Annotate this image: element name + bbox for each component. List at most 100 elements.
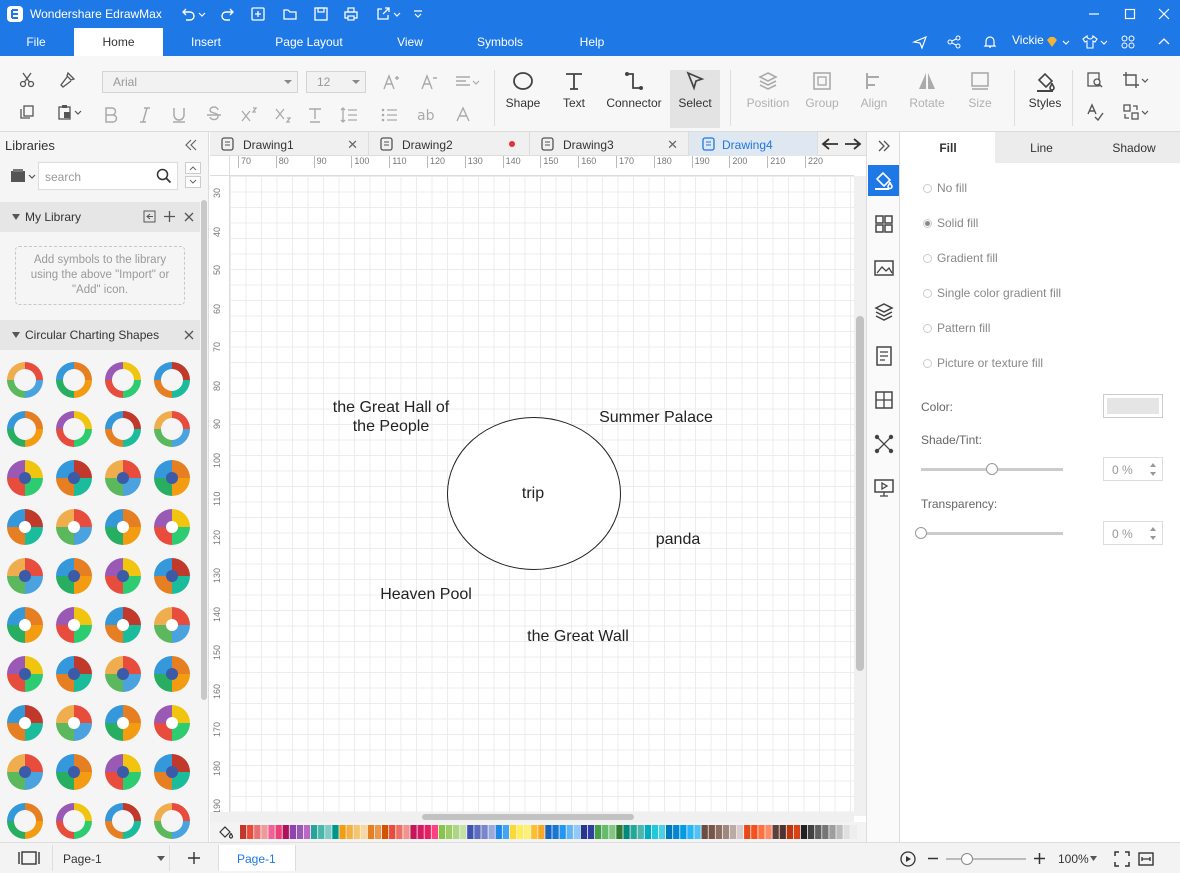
color-swatch[interactable] [460, 825, 466, 839]
circular-chart-shape-thumbnail[interactable] [5, 556, 45, 596]
replace-dropdown-icon[interactable] [1141, 103, 1149, 121]
color-swatch[interactable] [616, 825, 622, 839]
share-icon[interactable] [946, 34, 962, 50]
find-replace-icon[interactable] [1086, 71, 1104, 89]
label-panda[interactable]: panda [648, 530, 708, 549]
color-swatch[interactable] [474, 825, 480, 839]
crop-dropdown-icon[interactable] [1141, 71, 1149, 89]
tab-close-icon[interactable]: ✕ [347, 137, 358, 153]
undo-dropdown-icon[interactable] [198, 6, 206, 22]
circular-chart-shape-thumbnail[interactable] [103, 458, 143, 498]
notification-bell-icon[interactable] [982, 34, 998, 50]
color-swatch[interactable] [283, 825, 289, 839]
color-swatch[interactable] [851, 825, 857, 839]
spell-check-icon[interactable] [1086, 103, 1104, 121]
color-picker[interactable] [1103, 394, 1163, 418]
zoom-level[interactable]: 100% [1058, 852, 1089, 866]
spin-up-icon[interactable] [1150, 463, 1156, 467]
fit-page-icon[interactable] [1114, 851, 1130, 867]
color-swatch[interactable] [773, 825, 779, 839]
zoom-dropdown-icon[interactable] [1090, 856, 1097, 861]
transparency-slider[interactable] [921, 532, 1063, 535]
library-menu-dropdown-icon[interactable] [28, 174, 36, 180]
circular-chart-shape-thumbnail[interactable] [5, 507, 45, 547]
color-swatch[interactable] [403, 825, 409, 839]
font-family-select[interactable]: Arial [102, 71, 298, 93]
open-folder-icon[interactable] [282, 6, 298, 22]
color-swatch[interactable] [517, 825, 523, 839]
circular-chart-shape-thumbnail[interactable] [54, 801, 94, 841]
redo-icon[interactable] [220, 6, 236, 22]
fill-option-solid-fill[interactable]: Solid fill [923, 216, 978, 230]
symbols-grid-icon[interactable] [873, 213, 895, 235]
color-swatch[interactable] [368, 825, 374, 839]
fill-option-single-color-gradient[interactable]: Single color gradient fill [923, 286, 1061, 300]
circular-chart-shape-thumbnail[interactable] [152, 752, 192, 792]
color-swatch[interactable] [439, 825, 445, 839]
font-color-icon[interactable] [454, 106, 472, 124]
horizontal-scrollbar[interactable] [210, 812, 854, 822]
color-swatch[interactable] [581, 825, 587, 839]
user-dropdown-icon[interactable] [1062, 34, 1070, 50]
spin-down-icon[interactable] [1150, 536, 1156, 540]
doc-tab-drawing1[interactable]: Drawing1✕ [210, 132, 369, 156]
add-icon[interactable] [163, 210, 176, 223]
circular-chart-shape-thumbnail[interactable] [5, 605, 45, 645]
color-swatch[interactable] [552, 825, 558, 839]
circular-chart-shape-thumbnail[interactable] [5, 654, 45, 694]
color-swatch[interactable] [467, 825, 473, 839]
color-swatch[interactable] [815, 825, 821, 839]
circular-chart-shape-thumbnail[interactable] [152, 605, 192, 645]
vertical-scroll-thumb[interactable] [856, 316, 864, 671]
color-swatch[interactable] [787, 825, 793, 839]
tab-scroll-left-icon[interactable] [821, 137, 839, 151]
color-swatch[interactable] [595, 825, 601, 839]
presentation-icon[interactable] [873, 477, 895, 499]
circular-chart-shape-thumbnail[interactable] [103, 409, 143, 449]
color-swatch[interactable] [737, 825, 743, 839]
color-swatch[interactable] [638, 825, 644, 839]
font-size-select[interactable]: 12 [306, 71, 366, 93]
color-swatch[interactable] [375, 825, 381, 839]
label-summer-palace[interactable]: Summer Palace [590, 408, 722, 427]
text-tool-button[interactable]: Text [552, 70, 596, 128]
tab-shadow[interactable]: Shadow [1088, 132, 1180, 163]
color-swatch[interactable] [609, 825, 615, 839]
circular-chart-shape-thumbnail[interactable] [103, 752, 143, 792]
scroll-up-icon[interactable] [185, 162, 201, 174]
fill-option-pattern-fill[interactable]: Pattern fill [923, 321, 990, 335]
spin-up-icon[interactable] [1150, 527, 1156, 531]
print-icon[interactable] [343, 6, 359, 22]
color-swatch[interactable] [339, 825, 345, 839]
circular-chart-shape-thumbnail[interactable] [152, 801, 192, 841]
minimize-button[interactable] [1076, 0, 1112, 28]
color-swatch[interactable] [680, 825, 686, 839]
page-select[interactable]: Page-1 [52, 845, 170, 871]
zoom-in-icon[interactable] [1034, 853, 1045, 864]
tab-page-layout[interactable]: Page Layout [262, 28, 356, 56]
color-swatch[interactable] [623, 825, 629, 839]
color-swatch[interactable] [709, 825, 715, 839]
tab-file[interactable]: File [16, 28, 56, 56]
close-button[interactable] [1146, 0, 1180, 28]
zoom-out-icon[interactable] [928, 857, 938, 860]
fill-option-picture-fill[interactable]: Picture or texture fill [923, 356, 1043, 370]
circular-charting-header[interactable]: Circular Charting Shapes [0, 320, 200, 350]
group-button[interactable]: Group [800, 70, 844, 128]
color-swatch[interactable] [545, 825, 551, 839]
color-swatch[interactable] [794, 825, 800, 839]
color-swatch[interactable] [318, 825, 324, 839]
subscript-icon[interactable] [274, 106, 292, 124]
page-properties-icon[interactable] [873, 345, 895, 367]
theme-dropdown-icon[interactable] [1100, 34, 1108, 50]
play-presentation-icon[interactable] [900, 851, 916, 867]
page-view-icon[interactable] [18, 851, 40, 865]
circular-chart-shape-thumbnail[interactable] [54, 605, 94, 645]
export-icon[interactable] [375, 6, 391, 22]
circular-chart-shape-thumbnail[interactable] [54, 507, 94, 547]
color-swatch[interactable] [645, 825, 651, 839]
circular-chart-shape-thumbnail[interactable] [103, 703, 143, 743]
color-swatch[interactable] [567, 825, 573, 839]
vertical-scrollbar[interactable] [854, 176, 866, 816]
color-swatch[interactable] [325, 825, 331, 839]
